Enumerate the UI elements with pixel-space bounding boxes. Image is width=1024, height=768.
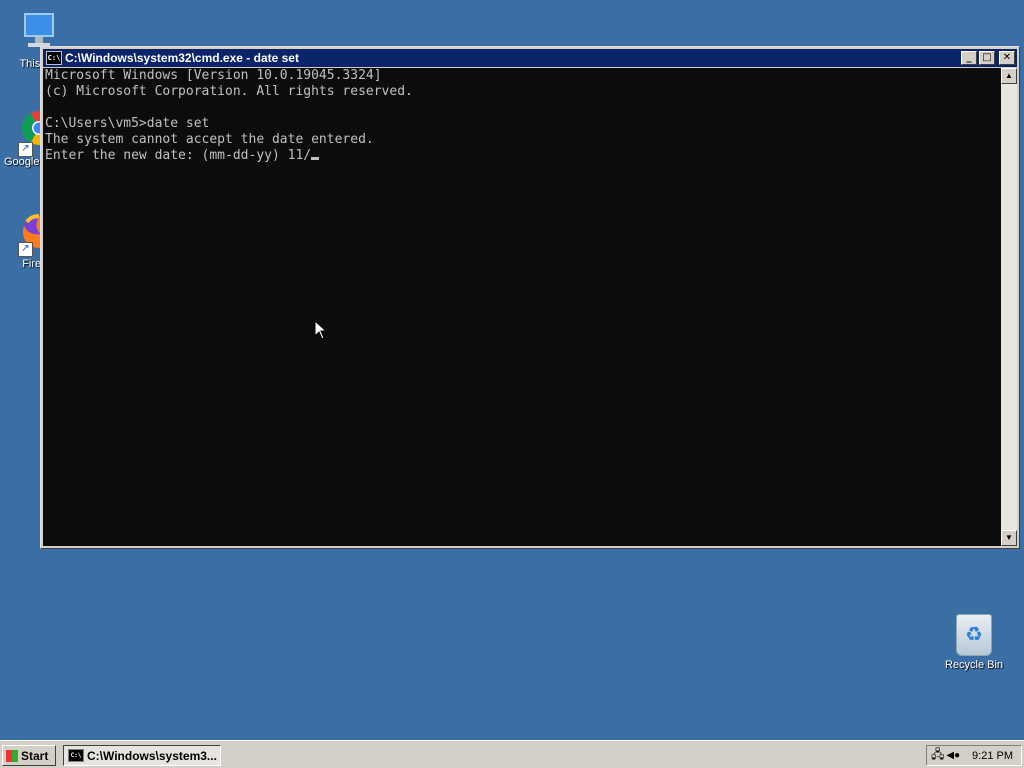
cmd-window[interactable]: C:\ C:\Windows\system32\cmd.exe - date s… <box>40 46 1020 549</box>
start-button[interactable]: Start <box>2 745 56 766</box>
scroll-up-button[interactable]: ▲ <box>1001 68 1017 84</box>
system-tray: 🖧 ◀● 9:21 PM <box>926 745 1022 766</box>
window-title: C:\Windows\system32\cmd.exe - date set <box>65 51 299 65</box>
cmd-app-icon: C:\ <box>46 51 62 65</box>
vertical-scrollbar[interactable]: ▲ ▼ <box>1001 68 1017 546</box>
console-line: Microsoft Windows [Version 10.0.19045.33… <box>45 68 382 83</box>
volume-icon[interactable]: ◀● <box>946 750 960 761</box>
console-input-text: Enter the new date: (mm-dd-yy) 11/ <box>45 148 312 163</box>
console-prompt-line[interactable]: Enter the new date: (mm-dd-yy) 11/ <box>45 148 1001 164</box>
taskbar-item-cmd[interactable]: C:\ C:\Windows\system3... <box>63 745 221 766</box>
console-output[interactable]: Microsoft Windows [Version 10.0.19045.33… <box>43 68 1003 546</box>
maximize-button[interactable]: □ <box>979 51 995 65</box>
console-line: (c) Microsoft Corporation. All rights re… <box>45 84 413 99</box>
scroll-down-button[interactable]: ▼ <box>1001 530 1017 546</box>
windows-logo-icon <box>6 749 18 762</box>
taskbar: Start C:\ C:\Windows\system3... 🖧 ◀● 9:2… <box>0 740 1024 768</box>
desktop-icon-recycle-bin[interactable]: ♻ Recycle Bin <box>939 614 1009 671</box>
shortcut-arrow-icon: ↗ <box>18 242 33 257</box>
console-line: C:\Users\vm5>date set <box>45 116 210 131</box>
recycle-bin-icon: ♻ <box>956 614 992 656</box>
taskbar-item-label: C:\Windows\system3... <box>87 748 217 763</box>
network-icon[interactable]: 🖧 <box>931 745 944 766</box>
desktop-icon-label: Recycle Bin <box>944 659 1004 671</box>
window-titlebar[interactable]: C:\ C:\Windows\system32\cmd.exe - date s… <box>43 49 1017 67</box>
mouse-pointer-icon <box>314 320 328 340</box>
console-line: The system cannot accept the date entere… <box>45 132 374 147</box>
start-label: Start <box>21 748 49 763</box>
cmd-app-icon: C:\ <box>68 749 84 762</box>
clock[interactable]: 9:21 PM <box>972 750 1013 762</box>
text-cursor <box>311 157 320 160</box>
close-button[interactable]: ✕ <box>999 51 1015 65</box>
shortcut-arrow-icon: ↗ <box>18 142 33 157</box>
minimize-button[interactable]: _ <box>961 51 977 65</box>
